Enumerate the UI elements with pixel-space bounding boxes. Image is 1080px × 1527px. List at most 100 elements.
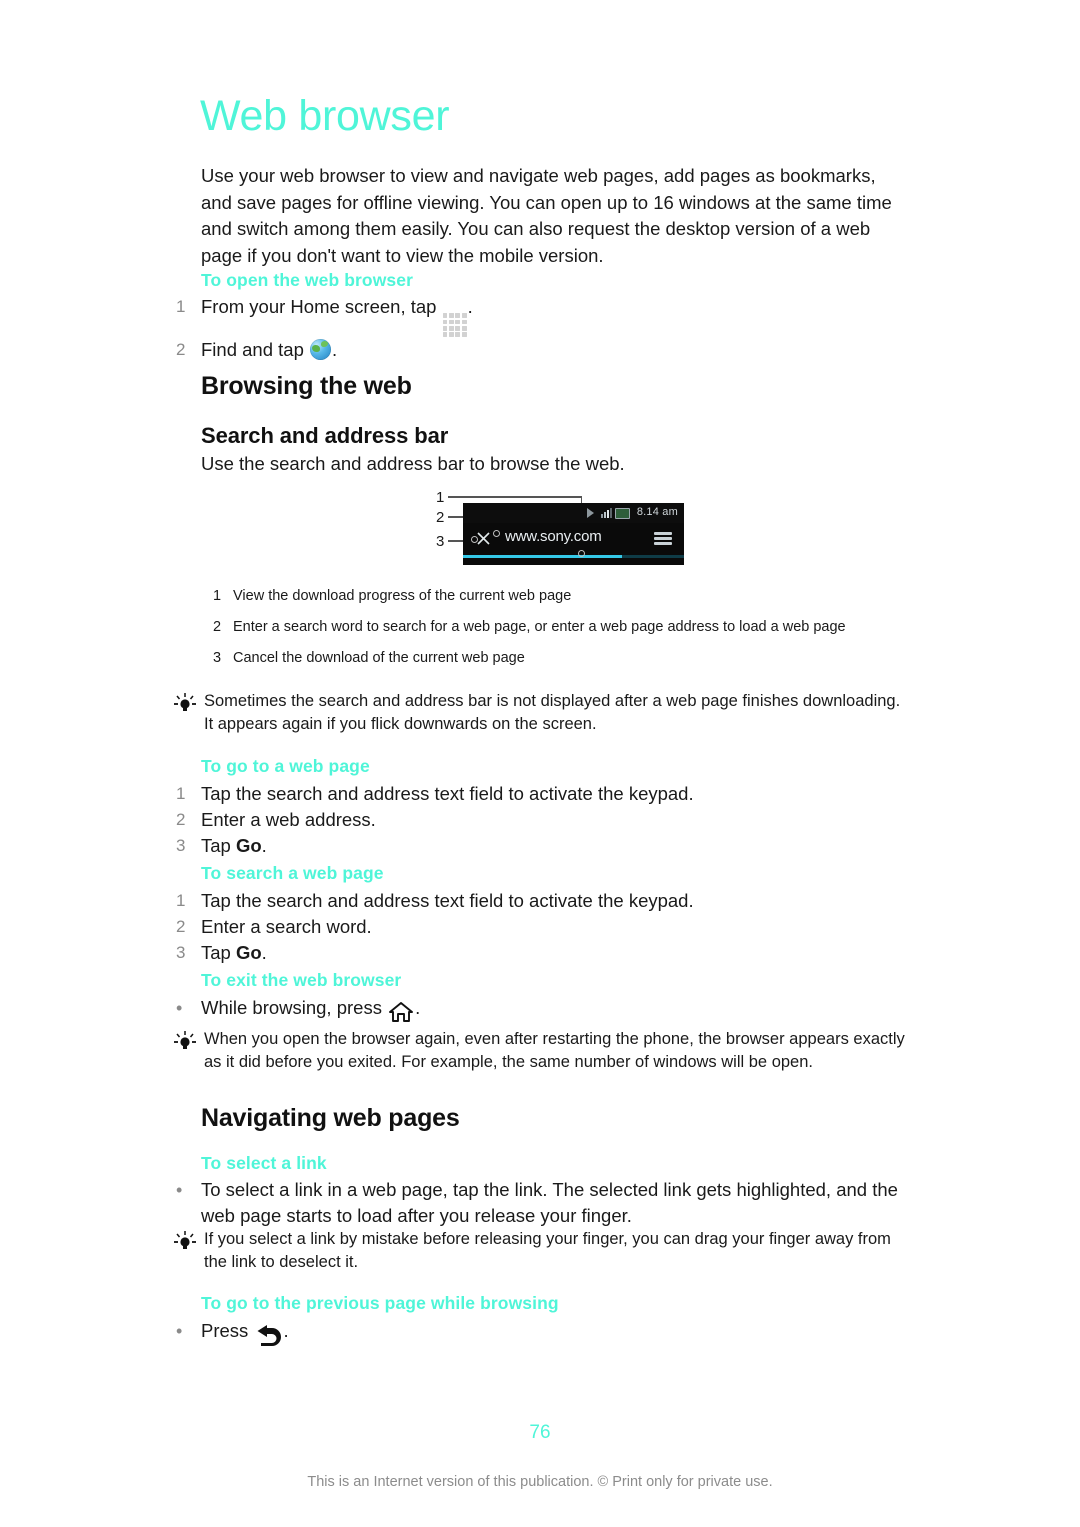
step-text-after: . bbox=[261, 835, 267, 856]
phone-status-bar: 8.14 am bbox=[463, 503, 684, 523]
caption-number: 1 bbox=[213, 588, 222, 604]
list-bullet: • bbox=[176, 1321, 183, 1341]
callout-number-2: 2 bbox=[436, 509, 445, 526]
callout-number-3: 3 bbox=[436, 533, 445, 550]
list-marker: 3 bbox=[176, 836, 186, 855]
list-item: 1 Tap the search and address text field … bbox=[176, 888, 906, 914]
list-item: • Press . bbox=[176, 1318, 906, 1348]
lightbulb-icon bbox=[172, 690, 204, 721]
page-number: 76 bbox=[529, 1422, 551, 1443]
heading-to-exit-the-web-browser: To exit the web browser bbox=[201, 970, 402, 990]
lightbulb-icon bbox=[172, 1028, 204, 1059]
list-item-text: Tap the search and address text field to… bbox=[201, 890, 694, 911]
intro-paragraph: Use your web browser to view and navigat… bbox=[201, 165, 892, 266]
step-text-before: Tap bbox=[201, 942, 236, 963]
signal-icon bbox=[601, 508, 612, 518]
bullet-text-before: Press bbox=[201, 1320, 254, 1341]
download-progress-bar bbox=[463, 555, 684, 558]
play-icon bbox=[587, 508, 594, 518]
bullet-text-after: . bbox=[283, 1320, 289, 1341]
list-item: 3 Tap Go. bbox=[176, 833, 906, 859]
bullet-text-before: While browsing, press bbox=[201, 997, 388, 1018]
callout-number-1: 1 bbox=[436, 489, 445, 506]
list-marker: 2 bbox=[176, 917, 186, 936]
search-address-bar-description: Use the search and address bar to browse… bbox=[201, 453, 625, 474]
list-marker: 1 bbox=[176, 297, 186, 316]
list-go-to-web-page: 1 Tap the search and address text field … bbox=[176, 781, 906, 859]
step-text-before: From your Home screen, tap bbox=[201, 296, 442, 317]
go-button-label: Go bbox=[235, 942, 262, 963]
subheading-search-and-address-bar: Search and address bar bbox=[201, 423, 449, 448]
list-marker: 1 bbox=[176, 891, 186, 910]
list-item: 3 Tap Go. bbox=[176, 940, 906, 966]
heading-to-open-the-web-browser: To open the web browser bbox=[201, 270, 413, 290]
heading-to-select-a-link: To select a link bbox=[201, 1153, 327, 1173]
phone-illustration: 1 2 3 8.14 am www.sony.com bbox=[436, 486, 684, 574]
tip-text: When you open the browser again, even af… bbox=[204, 1030, 905, 1071]
app-drawer-icon bbox=[442, 313, 467, 338]
list-bullet: • bbox=[176, 1180, 183, 1200]
list-item-text: To select a link in a web page, tap the … bbox=[201, 1179, 898, 1226]
list-item-text: Tap Go. bbox=[201, 940, 906, 966]
list-marker: 2 bbox=[176, 340, 186, 360]
illustration-caption: 2 Enter a search word to search for a we… bbox=[213, 617, 903, 637]
list-item: • To select a link in a web page, tap th… bbox=[176, 1177, 906, 1229]
list-item: 2 Enter a search word. bbox=[176, 914, 906, 940]
go-button-label: Go bbox=[235, 835, 262, 856]
list-marker: 3 bbox=[176, 943, 186, 962]
list-item-text: From your Home screen, tap . bbox=[201, 294, 906, 338]
list-previous-page: • Press . bbox=[176, 1318, 906, 1348]
home-icon bbox=[388, 999, 414, 1025]
list-item: 2 Find and tap . bbox=[176, 337, 906, 363]
step-text-after: . bbox=[332, 339, 338, 361]
list-item-text: While browsing, press . bbox=[201, 995, 906, 1025]
list-bullet: • bbox=[176, 998, 183, 1018]
list-open-browser: 1 From your Home screen, tap . 2 Find an… bbox=[176, 294, 906, 363]
step-text-before: Tap bbox=[201, 835, 236, 856]
tip-box-1: Sometimes the search and address bar is … bbox=[172, 690, 907, 736]
heading-to-go-to-previous-page: To go to the previous page while browsin… bbox=[201, 1293, 559, 1313]
battery-icon bbox=[615, 508, 630, 519]
list-marker: 2 bbox=[176, 810, 186, 829]
back-arrow-icon bbox=[254, 1322, 282, 1348]
list-item-text: Enter a web address. bbox=[201, 809, 376, 830]
illustration-caption: 3 Cancel the download of the current web… bbox=[213, 648, 903, 668]
globe-icon bbox=[310, 339, 331, 361]
list-item: 1 Tap the search and address text field … bbox=[176, 781, 906, 807]
list-marker: 1 bbox=[176, 784, 186, 803]
heading-to-search-a-web-page: To search a web page bbox=[201, 863, 384, 883]
caption-text: Enter a search word to search for a web … bbox=[233, 619, 846, 635]
status-time: 8.14 am bbox=[636, 506, 678, 518]
tip-text: Sometimes the search and address bar is … bbox=[204, 692, 901, 733]
list-item-text: Tap the search and address text field to… bbox=[201, 783, 694, 804]
leader-endpoint-2 bbox=[493, 530, 500, 537]
heading-navigating-web-pages: Navigating web pages bbox=[201, 1104, 460, 1132]
caption-text: Cancel the download of the current web p… bbox=[233, 650, 525, 666]
heading-to-go-to-a-web-page: To go to a web page bbox=[201, 756, 370, 776]
caption-text: View the download progress of the curren… bbox=[233, 588, 572, 604]
list-search-web-page: 1 Tap the search and address text field … bbox=[176, 888, 906, 966]
list-item-text: Enter a search word. bbox=[201, 916, 372, 937]
menu-icon bbox=[654, 532, 672, 547]
caption-number: 3 bbox=[213, 650, 222, 666]
tip-box-3: If you select a link by mistake before r… bbox=[172, 1228, 907, 1274]
tip-text: If you select a link by mistake before r… bbox=[204, 1230, 891, 1271]
leader-endpoint-3 bbox=[471, 536, 478, 543]
footer-note: This is an Internet version of this publ… bbox=[307, 1474, 773, 1490]
list-item: 1 From your Home screen, tap . bbox=[176, 294, 906, 338]
phone-url-bar: www.sony.com bbox=[463, 523, 684, 553]
tip-box-2: When you open the browser again, even af… bbox=[172, 1028, 907, 1074]
list-item-text: Press . bbox=[201, 1318, 906, 1348]
list-exit-browser: • While browsing, press . bbox=[176, 995, 906, 1025]
url-text: www.sony.com bbox=[505, 528, 602, 545]
caption-number: 2 bbox=[213, 619, 222, 635]
close-x-icon bbox=[477, 532, 490, 545]
list-item: 2 Enter a web address. bbox=[176, 807, 906, 833]
bullet-text-after: . bbox=[415, 997, 421, 1018]
list-item-text: Find and tap . bbox=[201, 337, 906, 363]
leader-line-1-horizontal bbox=[448, 496, 582, 498]
step-text-after: . bbox=[261, 942, 267, 963]
document-page: Web browser Use your web browser to view… bbox=[0, 0, 1080, 1527]
step-text-before: Find and tap bbox=[201, 339, 309, 361]
list-item: • While browsing, press . bbox=[176, 995, 906, 1025]
